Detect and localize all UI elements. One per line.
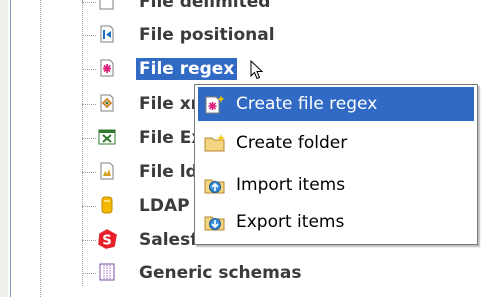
tree-item-file-regex[interactable]: File regex	[82, 57, 482, 81]
menu-item-create-file-regex[interactable]: Create file regex	[198, 87, 474, 121]
tree-guide-line-outer	[40, 0, 41, 297]
tree-connector	[82, 104, 96, 105]
tree-item-file-positional[interactable]: File positional	[82, 23, 482, 47]
mouse-cursor-icon	[250, 60, 264, 80]
ldap-icon	[101, 196, 113, 214]
salesforce-icon: S	[98, 229, 117, 249]
file-ldif-icon	[100, 162, 114, 180]
tree-connector	[82, 69, 96, 70]
menu-item-label: Create file regex	[236, 94, 378, 114]
context-menu: Create file regex Create folder Import i…	[194, 84, 478, 245]
menu-item-label: Import items	[236, 175, 346, 195]
menu-item-export-items[interactable]: Export items	[198, 205, 474, 239]
tree-connector	[82, 172, 96, 173]
tree-connector	[82, 273, 96, 274]
file-excel-icon	[98, 129, 116, 145]
generic-schemas-icon	[99, 263, 115, 281]
tree-item-label: Generic schemas	[139, 263, 302, 283]
menu-item-import-items[interactable]: Import items	[198, 168, 474, 202]
create-file-regex-icon	[205, 95, 225, 114]
tree-connector	[82, 138, 96, 139]
tree-item-generic-schemas[interactable]: Generic schemas	[82, 261, 482, 285]
tree-connector	[82, 206, 96, 207]
menu-item-label: Export items	[236, 212, 345, 232]
export-items-icon	[204, 216, 225, 231]
tree-connector	[82, 2, 96, 3]
file-positional-icon	[100, 25, 114, 43]
tree-connector	[82, 240, 96, 241]
svg-text:S: S	[102, 234, 112, 249]
file-xml-icon	[100, 94, 114, 112]
tree-connector	[82, 35, 96, 36]
import-items-icon	[204, 179, 225, 194]
menu-item-label: Create folder	[236, 133, 348, 153]
file-regex-icon	[100, 59, 114, 77]
menu-item-create-folder[interactable]: Create folder	[198, 126, 474, 160]
left-rail-border	[10, 0, 11, 297]
file-delimited-icon	[99, 0, 114, 10]
tree-item-file-delimited[interactable]: File delimited	[82, 0, 482, 14]
tree-item-label: File positional	[139, 25, 275, 45]
tree-item-label: File regex	[136, 58, 238, 80]
create-folder-icon	[204, 134, 225, 152]
tree-item-label: File delimited	[139, 0, 271, 12]
left-rail	[0, 0, 8, 297]
tree-item-label: LDAP	[139, 196, 190, 216]
